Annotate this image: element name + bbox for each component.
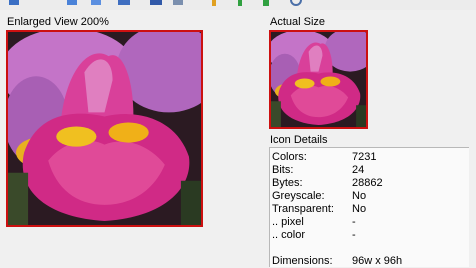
number-icon[interactable] bbox=[150, 0, 162, 6]
detail-row-blank bbox=[272, 242, 468, 255]
detail-row-dimensions: Dimensions: 96w x 96h bbox=[272, 255, 468, 268]
arrow-right-icon[interactable] bbox=[260, 0, 272, 6]
arrow-up-icon[interactable] bbox=[208, 0, 220, 6]
detail-value: 28862 bbox=[352, 177, 383, 189]
detail-label: Colors: bbox=[272, 151, 307, 163]
table-icon[interactable] bbox=[172, 0, 184, 6]
detail-row-bytes: Bytes: 28862 bbox=[272, 177, 468, 190]
icon-details-panel: Colors: 7231 Bits: 24 Bytes: 28862 Greys… bbox=[269, 147, 469, 267]
refresh-icon[interactable] bbox=[290, 0, 302, 6]
arrow-down-icon[interactable] bbox=[234, 0, 246, 6]
enlarged-view-label: Enlarged View 200% bbox=[7, 16, 109, 28]
detail-value: No bbox=[352, 203, 367, 215]
detail-label: Transparent: bbox=[272, 203, 334, 215]
enlarged-view-frame bbox=[6, 30, 203, 227]
detail-label: .. pixel bbox=[272, 216, 304, 228]
copy-icon[interactable] bbox=[66, 0, 78, 6]
detail-value: - bbox=[352, 229, 356, 241]
orchid-actual-image bbox=[271, 32, 366, 127]
detail-label: .. color bbox=[272, 229, 306, 241]
detail-value: 7231 bbox=[352, 151, 377, 163]
detail-label: Bytes: bbox=[272, 177, 303, 189]
detail-label: Greyscale: bbox=[272, 190, 325, 202]
actual-size-label: Actual Size bbox=[270, 16, 326, 28]
detail-row-color: .. color - bbox=[272, 229, 468, 242]
detail-row-colors: Colors: 7231 bbox=[272, 151, 468, 164]
toolbar bbox=[0, 0, 476, 10]
detail-row-pixel: .. pixel - bbox=[272, 216, 468, 229]
detail-row-bits: Bits: 24 bbox=[272, 164, 468, 177]
library-icon[interactable] bbox=[90, 0, 102, 6]
detail-value: 96w x 96h bbox=[352, 255, 403, 267]
number-icon[interactable] bbox=[118, 0, 130, 6]
icon-details-title: Icon Details bbox=[270, 134, 328, 146]
orchid-enlarged-image bbox=[8, 32, 201, 225]
actual-size-frame bbox=[269, 30, 368, 129]
detail-row-transparent: Transparent: No bbox=[272, 203, 468, 216]
detail-value: No bbox=[352, 190, 367, 202]
detail-value: 24 bbox=[352, 164, 365, 176]
detail-label: Dimensions: bbox=[272, 255, 333, 267]
detail-value: - bbox=[352, 216, 356, 228]
edit-icon[interactable] bbox=[8, 0, 20, 6]
detail-row-greyscale: Greyscale: No bbox=[272, 190, 468, 203]
detail-label: Bits: bbox=[272, 164, 294, 176]
